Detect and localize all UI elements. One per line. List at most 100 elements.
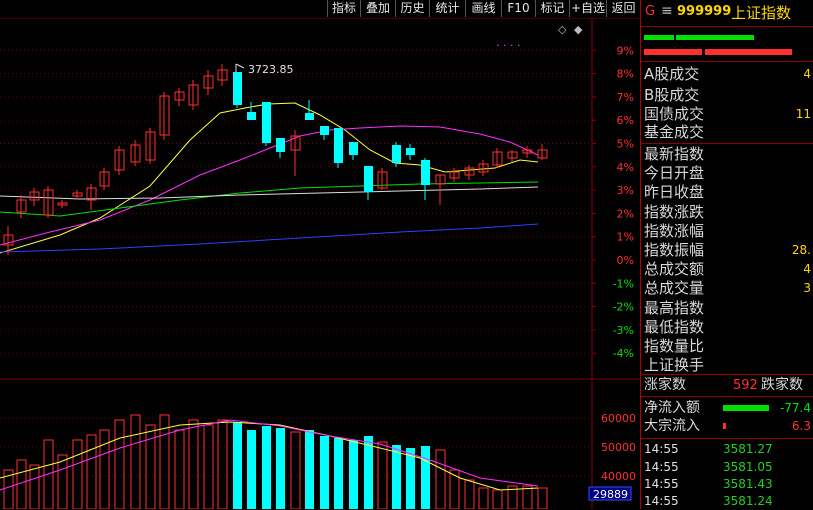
- candle: [57, 200, 68, 208]
- y-tick-label: 2%: [617, 207, 634, 220]
- toolbar-f10-button[interactable]: F10: [501, 0, 535, 17]
- rise-count-label: 涨家数: [644, 377, 686, 393]
- volume-bar: [421, 446, 430, 509]
- volume-bar: [406, 448, 415, 509]
- volume-bar: [290, 431, 301, 509]
- candle: [507, 150, 518, 162]
- y-tick-label: 3%: [617, 184, 634, 197]
- candle: [364, 166, 373, 200]
- candle: [406, 144, 415, 160]
- kline-chart[interactable]: 9% 8% 7% 6% 5% 4% 3% 2% 1% 0% -1% -2% -3% -4% 60000 500…: [0, 0, 640, 509]
- g-badge[interactable]: G: [645, 4, 655, 19]
- net-flow-bar: [723, 405, 769, 411]
- volume-bar: [217, 419, 228, 509]
- y-tick-label: 6%: [617, 114, 634, 127]
- volume-bar: [449, 469, 460, 509]
- stat-label: 今日开盘: [644, 164, 705, 183]
- y-tick-label: 9%: [617, 44, 634, 57]
- candle: [16, 195, 27, 218]
- tick-price: 3581.24: [723, 494, 773, 508]
- stat-label: 总成交额: [644, 260, 705, 279]
- quote-panel: G ≡ 999999 上证指数 A股成交 4 B股成交 国债成交 11 基金成交…: [641, 0, 813, 509]
- stock-code: 999999: [677, 4, 732, 19]
- volume-tick-label: 50000: [601, 441, 636, 454]
- candle: [3, 226, 14, 255]
- toolbar-back-button[interactable]: 返回: [606, 0, 640, 17]
- candle: [334, 128, 343, 168]
- menu-icon[interactable]: ≡: [661, 3, 673, 19]
- tick-time: 14:55: [644, 460, 679, 474]
- y-tick-label: -2%: [613, 301, 634, 314]
- block-flow-value: 6.3: [791, 419, 811, 433]
- candle: [99, 168, 110, 190]
- volume-tick-label: 60000: [601, 412, 636, 425]
- stat-label: 指数涨幅: [644, 221, 705, 240]
- stat-label: 总成交量: [644, 279, 705, 298]
- volume-bar: [377, 441, 388, 509]
- y-tick-label: 8%: [617, 68, 634, 81]
- candle: [145, 128, 156, 164]
- block-flow-bar: [723, 423, 726, 429]
- candle: [43, 186, 54, 218]
- candle: [478, 160, 489, 176]
- candle: [377, 168, 388, 190]
- candle: [276, 138, 285, 158]
- y-tick-label: -1%: [613, 277, 634, 290]
- volume-bar: [233, 422, 242, 509]
- y-tick-label: 5%: [617, 138, 634, 151]
- toolbar-draw-button[interactable]: 画线: [465, 0, 501, 17]
- row-funds: 基金成交: [644, 123, 705, 141]
- toolbar-history-button[interactable]: 历史: [395, 0, 429, 17]
- volume-bar: [130, 414, 141, 509]
- volume-bar: [57, 454, 68, 509]
- red-ratio-bar-2: [705, 49, 792, 55]
- volume-bar: [464, 479, 475, 509]
- volume-bar: [364, 436, 373, 509]
- rise-count-value: 592: [733, 378, 758, 393]
- chart-toolbar: 指标 叠加 历史 统计 画线 F10 标记 +自选 返回: [0, 0, 640, 18]
- candle: [262, 102, 271, 146]
- volume-bar: [174, 429, 185, 509]
- volume-bar: [334, 438, 343, 509]
- candle: [537, 144, 548, 160]
- volume-bar: [276, 428, 285, 509]
- stat-value: 4: [803, 262, 811, 277]
- close-chart-icon: ◆: [574, 23, 583, 36]
- stat-label: 指数涨跌: [644, 202, 705, 221]
- volume-bar: [349, 440, 358, 509]
- y-tick-label: -4%: [613, 347, 634, 360]
- green-ratio-bar: [644, 35, 674, 40]
- candle: [320, 126, 329, 140]
- volume-bar: [262, 426, 271, 509]
- volume-bar: [435, 449, 446, 509]
- volume-bar: [188, 419, 199, 509]
- stat-label: 最高指数: [644, 298, 705, 317]
- volume-bar: [492, 489, 503, 509]
- y-tick-label: 1%: [617, 231, 634, 244]
- panel-title: G ≡ 999999 上证指数: [641, 0, 813, 24]
- toolbar-overlay-button[interactable]: 叠加: [360, 0, 395, 17]
- volume-bar: [522, 485, 533, 509]
- tick-time: 14:55: [644, 494, 679, 508]
- candle: [114, 146, 125, 175]
- toolbar-indicator-button[interactable]: 指标: [327, 0, 360, 17]
- candle: [349, 142, 358, 160]
- tick-time: 14:55: [644, 442, 679, 456]
- toolbar-stats-button[interactable]: 统计: [429, 0, 465, 17]
- volume-bar: [29, 464, 40, 509]
- row-a-shares: A股成交: [644, 65, 700, 83]
- tick-price: 3581.43: [723, 477, 773, 491]
- candle: [203, 70, 214, 95]
- ma120-line: [0, 223, 539, 253]
- volume-bar: [72, 439, 83, 509]
- volume-bar: [86, 434, 97, 509]
- toolbar-mark-button[interactable]: 标记: [535, 0, 569, 17]
- toolbar-add-watch-button[interactable]: +自选: [569, 0, 606, 17]
- volume-bar: [392, 445, 401, 509]
- stat-value: 28.: [791, 243, 811, 257]
- tick-price: 3581.27: [723, 442, 773, 456]
- stat-label: 最新指数: [644, 145, 705, 163]
- indicator-dots: . . . .: [496, 36, 520, 49]
- candle: [449, 168, 460, 182]
- stat-label: 指数量比: [644, 337, 705, 355]
